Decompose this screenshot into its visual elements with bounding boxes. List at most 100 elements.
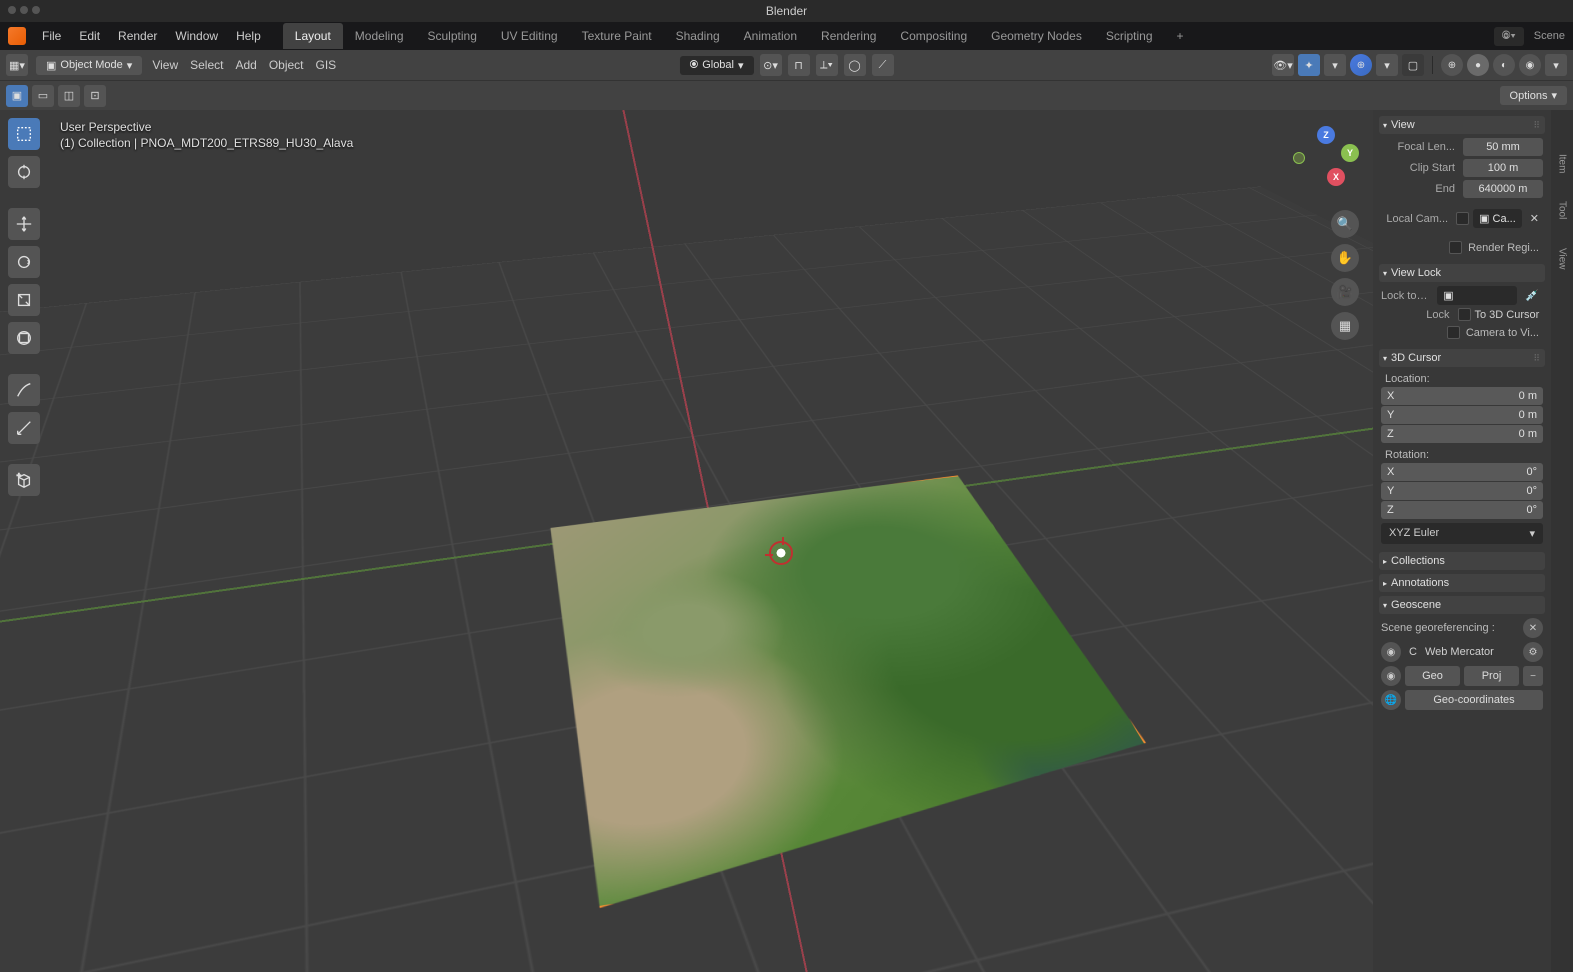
panel-collections-header[interactable]: ▸Collections (1379, 552, 1545, 570)
header-select[interactable]: Select (188, 54, 225, 76)
local-camera-check[interactable] (1456, 212, 1469, 225)
menu-help[interactable]: Help (234, 25, 263, 47)
orientation-selector[interactable]: 🞊 Global ▾ (679, 56, 753, 75)
pan-icon[interactable]: ✋ (1331, 244, 1359, 272)
annotate-tool-icon[interactable] (8, 374, 40, 406)
globe-icon[interactable]: 🌐 (1381, 690, 1401, 710)
ws-tab-modeling[interactable]: Modeling (343, 23, 416, 49)
snap-toggle-icon[interactable]: ⊓ (788, 54, 810, 76)
eyedropper-icon[interactable]: 💉 (1521, 289, 1543, 302)
transform-tool-icon[interactable] (8, 322, 40, 354)
visibility-filter-icon[interactable]: 👁▾ (1272, 54, 1294, 76)
scale-tool-icon[interactable] (8, 284, 40, 316)
xray-icon[interactable]: ▢ (1402, 54, 1424, 76)
ws-tab-compositing[interactable]: Compositing (888, 23, 979, 49)
clear-camera-icon[interactable]: ✕ (1526, 212, 1543, 225)
select-mode-4-icon[interactable]: ⊡ (84, 85, 106, 107)
menu-edit[interactable]: Edit (77, 25, 102, 47)
ws-add-tab[interactable]: + (1165, 23, 1196, 49)
editor-type-icon[interactable]: ▦▾ (6, 54, 28, 76)
navigation-gizmo[interactable]: Z Y X (1291, 122, 1361, 192)
lock-cursor-check[interactable] (1458, 308, 1471, 321)
shading-solid-icon[interactable]: ● (1467, 54, 1489, 76)
panel-viewlock-header[interactable]: ▾View Lock (1379, 264, 1545, 282)
camera-view-icon[interactable]: 🎥 (1331, 278, 1359, 306)
options-button[interactable]: Options ▾ (1500, 86, 1567, 105)
gizmo-y-axis[interactable]: Y (1341, 144, 1359, 162)
move-tool-icon[interactable] (8, 208, 40, 240)
cursor-tool-icon[interactable] (8, 156, 40, 188)
cursor-rz-field[interactable]: Z0° (1381, 501, 1543, 519)
georef-clear-icon[interactable]: ✕ (1523, 618, 1543, 638)
gizmo-neg-y[interactable] (1293, 152, 1305, 164)
menu-window[interactable]: Window (173, 25, 220, 47)
zoom-icon[interactable]: 🔍 (1331, 210, 1359, 238)
cursor-y-field[interactable]: Y0 m (1381, 406, 1543, 424)
add-cube-tool-icon[interactable]: + (8, 464, 40, 496)
origin-radio-icon[interactable]: ◉ (1381, 666, 1401, 686)
shading-material-icon[interactable]: ◐ (1493, 54, 1515, 76)
header-object[interactable]: Object (267, 54, 306, 76)
clip-start-field[interactable]: 100 m (1463, 159, 1543, 177)
panel-view-header[interactable]: ▾View⠿ (1379, 116, 1545, 134)
shading-rendered-icon[interactable]: ◉ (1519, 54, 1541, 76)
proj-button[interactable]: Proj (1464, 666, 1519, 686)
ws-tab-texture[interactable]: Texture Paint (570, 23, 664, 49)
snap-type-icon[interactable]: ⟂▾ (816, 54, 838, 76)
panel-geoscene-header[interactable]: ▾Geoscene (1379, 596, 1545, 614)
tab-item[interactable]: Item (1555, 150, 1570, 177)
gizmo-z-axis[interactable]: Z (1317, 126, 1335, 144)
geo-coordinates-button[interactable]: Geo-coordinates (1405, 690, 1543, 710)
ws-tab-animation[interactable]: Animation (732, 23, 809, 49)
tab-view[interactable]: View (1555, 244, 1570, 274)
ws-tab-geonodes[interactable]: Geometry Nodes (979, 23, 1094, 49)
header-view[interactable]: View (150, 54, 180, 76)
overlay-dropdown-icon[interactable]: ▾ (1376, 54, 1398, 76)
select-mode-2-icon[interactable]: ▭ (32, 85, 54, 107)
scene-dropdown-icon[interactable]: 🞋▾ (1494, 27, 1524, 46)
mode-selector[interactable]: ▣ Object Mode ▾ (36, 56, 142, 75)
rotation-mode-dropdown[interactable]: XYZ Euler▾ (1381, 523, 1543, 544)
blender-logo-icon[interactable] (8, 27, 26, 45)
3d-viewport[interactable]: User Perspective (1) Collection | PNOA_M… (0, 110, 1373, 972)
origin-clear-icon[interactable]: − (1523, 666, 1543, 686)
panel-3dcursor-header[interactable]: ▾3D Cursor⠿ (1379, 349, 1545, 367)
focal-length-field[interactable]: 50 mm (1463, 138, 1543, 156)
crs-settings-icon[interactable]: ⚙ (1523, 642, 1543, 662)
clip-end-field[interactable]: 640000 m (1463, 180, 1543, 198)
tab-tool[interactable]: Tool (1555, 197, 1570, 223)
perspective-toggle-icon[interactable]: ▦ (1331, 312, 1359, 340)
local-camera-field[interactable]: ▣ Ca... (1473, 209, 1522, 228)
cursor-rx-field[interactable]: X0° (1381, 463, 1543, 481)
cursor-z-field[interactable]: Z0 m (1381, 425, 1543, 443)
crs-radio-icon[interactable]: ◉ (1381, 642, 1401, 662)
panel-annotations-header[interactable]: ▸Annotations (1379, 574, 1545, 592)
pivot-icon[interactable]: ⊙▾ (760, 54, 782, 76)
ws-tab-uv[interactable]: UV Editing (489, 23, 570, 49)
ws-tab-scripting[interactable]: Scripting (1094, 23, 1165, 49)
lock-obj-field[interactable]: ▣ (1437, 286, 1517, 305)
shading-wireframe-icon[interactable]: ⊕ (1441, 54, 1463, 76)
menu-file[interactable]: File (40, 25, 63, 47)
gizmo-toggle-icon[interactable]: ✦ (1298, 54, 1320, 76)
geo-button[interactable]: Geo (1405, 666, 1460, 686)
window-controls[interactable] (8, 6, 40, 14)
header-gis[interactable]: GIS (314, 54, 339, 76)
gizmo-x-axis[interactable]: X (1327, 168, 1345, 186)
select-tool-mode-icon[interactable]: ▣ (6, 85, 28, 107)
header-add[interactable]: Add (233, 54, 258, 76)
cursor-x-field[interactable]: X0 m (1381, 387, 1543, 405)
render-region-check[interactable] (1449, 241, 1462, 254)
ws-tab-rendering[interactable]: Rendering (809, 23, 888, 49)
menu-render[interactable]: Render (116, 25, 159, 47)
camera-to-view-check[interactable] (1447, 326, 1460, 339)
gizmo-dropdown-icon[interactable]: ▾ (1324, 54, 1346, 76)
select-box-tool-icon[interactable] (8, 118, 40, 150)
overlay-toggle-icon[interactable]: ⊕ (1350, 54, 1372, 76)
cursor-ry-field[interactable]: Y0° (1381, 482, 1543, 500)
proportional-falloff-icon[interactable]: ⟋ (872, 54, 894, 76)
ws-tab-sculpting[interactable]: Sculpting (416, 23, 489, 49)
proportional-icon[interactable]: ◯ (844, 54, 866, 76)
ws-tab-shading[interactable]: Shading (664, 23, 732, 49)
rotate-tool-icon[interactable] (8, 246, 40, 278)
